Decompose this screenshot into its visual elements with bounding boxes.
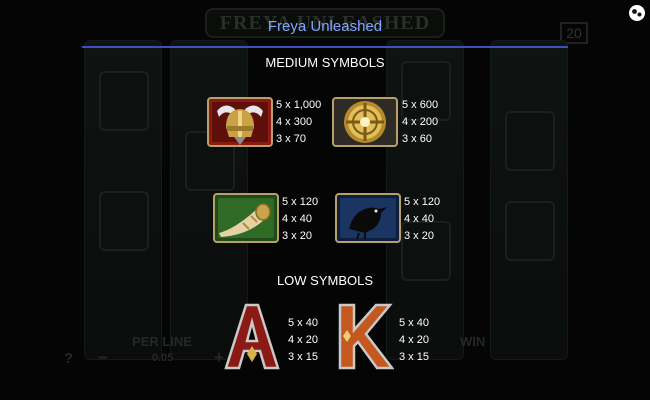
payout-line: 4 x 20: [399, 334, 429, 346]
background-reel: [490, 40, 568, 360]
drinking-horn-icon: [213, 193, 279, 243]
header-divider: [82, 46, 568, 48]
payout-line: 4 x 20: [288, 334, 318, 346]
paytable-title: Freya Unleashed: [267, 18, 383, 35]
background-minus-button: −: [98, 348, 108, 367]
background-reel-cell: [505, 201, 555, 261]
background-reel-cell: [99, 191, 149, 251]
payout-line: 3 x 60: [402, 133, 432, 145]
viking-helmet-icon: [207, 97, 273, 147]
background-reel: [84, 40, 162, 360]
letter-a-payouts: 5 x 40 4 x 20 3 x 15: [288, 315, 318, 366]
payout-line: 3 x 15: [399, 351, 429, 363]
payout-line: 5 x 120: [404, 196, 441, 208]
letter-a-icon: [224, 303, 280, 370]
background-per-line-value: 0.05: [152, 352, 174, 364]
payout-line: 5 x 40: [288, 317, 318, 329]
payout-line: 5 x 120: [282, 196, 319, 208]
background-help-button: ?: [64, 350, 74, 367]
golden-shield-icon: [332, 97, 398, 147]
payout-line: 4 x 300: [276, 116, 313, 128]
horn-payouts: 5 x 120 4 x 40 3 x 20: [282, 194, 318, 245]
payout-line: 3 x 15: [288, 351, 318, 363]
payout-line: 4 x 40: [282, 213, 312, 225]
close-paytable-icon[interactable]: [628, 4, 646, 22]
raven-icon: [335, 193, 401, 243]
payout-line: 5 x 40: [399, 317, 429, 329]
payout-line: 5 x 600: [402, 99, 439, 111]
payout-line: 3 x 20: [404, 230, 434, 242]
payout-line: 3 x 20: [282, 230, 312, 242]
letter-k-payouts: 5 x 40 4 x 20 3 x 15: [399, 315, 429, 366]
payout-line: 4 x 40: [404, 213, 434, 225]
background-reel-cell: [505, 111, 555, 171]
medium-symbols-title: MEDIUM SYMBOLS: [265, 55, 385, 70]
helmet-payouts: 5 x 1,000 4 x 300 3 x 70: [276, 97, 321, 148]
background-reel-cell: [99, 71, 149, 131]
background-win-label: WIN: [460, 334, 486, 349]
payout-line: 4 x 200: [402, 116, 439, 128]
background-per-line-label: PER LINE: [132, 334, 192, 349]
shield-payouts: 5 x 600 4 x 200 3 x 60: [402, 97, 438, 148]
low-symbols-title: LOW SYMBOLS: [276, 273, 374, 288]
payout-line: 5 x 1,000: [276, 99, 322, 111]
letter-k-icon: [338, 303, 394, 370]
payout-line: 3 x 70: [276, 133, 306, 145]
raven-payouts: 5 x 120 4 x 40 3 x 20: [404, 194, 440, 245]
